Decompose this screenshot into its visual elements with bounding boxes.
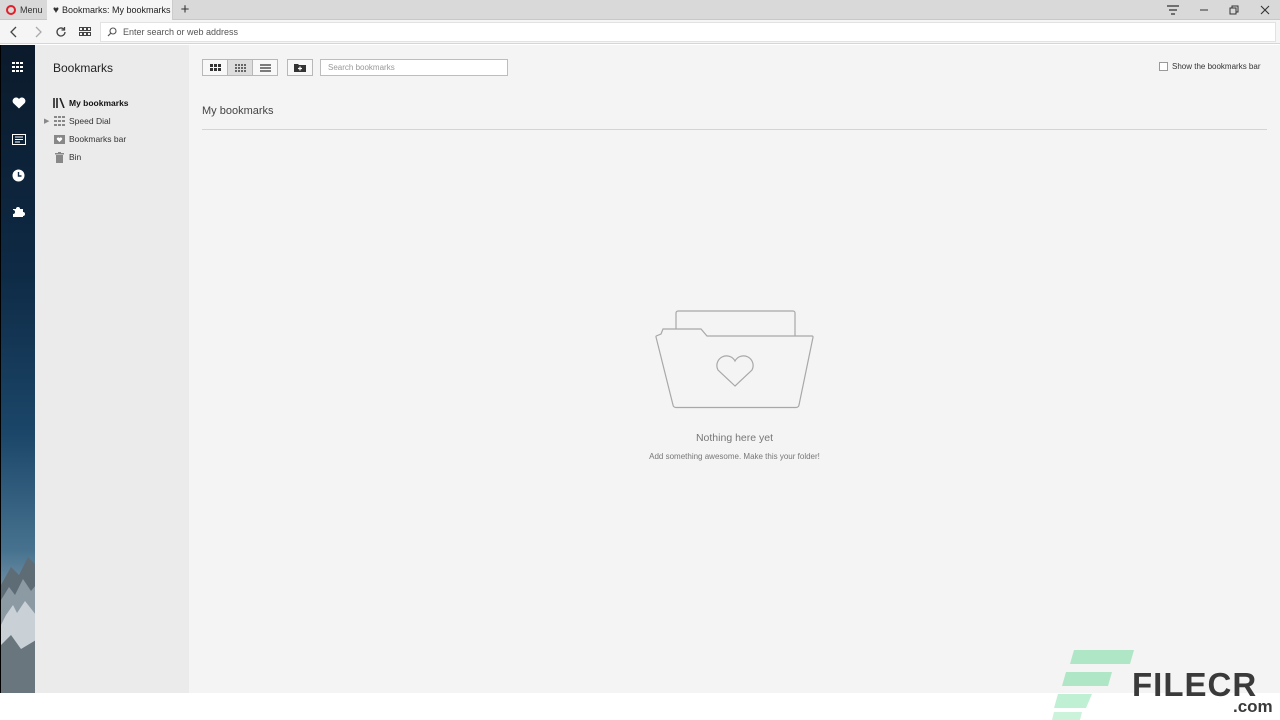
mountain-wallpaper (1, 557, 36, 693)
tree-item-label: Speed Dial (69, 116, 111, 126)
opera-logo-icon (6, 5, 16, 15)
filecr-logo-icon (1052, 650, 1134, 720)
back-arrow-icon (10, 26, 17, 38)
expand-arrow-icon[interactable]: ▶ (44, 117, 49, 125)
list-icon (259, 63, 271, 72)
menu-label: Menu (20, 5, 43, 15)
restore-icon (1229, 5, 1239, 15)
new-tab-button[interactable]: + (178, 1, 192, 19)
empty-folder-heart-icon (655, 310, 814, 409)
minimize-button[interactable] (1189, 0, 1219, 20)
show-bookmarks-bar-toggle[interactable]: Show the bookmarks bar (1159, 62, 1261, 71)
view-large-tiles-button[interactable] (202, 59, 228, 76)
opera-menu-button[interactable]: Menu (0, 0, 46, 20)
tab-strip: Menu ♥ Bookmarks: My bookmarks + (0, 0, 1280, 20)
tree-item-bin[interactable]: Bin (53, 150, 81, 164)
sidebar-bookmarks[interactable] (1, 91, 36, 115)
back-button[interactable] (4, 22, 24, 42)
forward-button[interactable] (28, 22, 48, 42)
empty-state-subtitle: Add something awesome. Make this your fo… (649, 452, 820, 461)
tree-item-label: Bin (69, 152, 82, 162)
history-clock-icon (12, 169, 25, 181)
filecr-watermark: FILECR .com (1052, 650, 1280, 720)
forward-arrow-icon (35, 26, 42, 38)
address-bar (0, 20, 1280, 44)
new-folder-button[interactable] (287, 59, 313, 76)
tab-bookmarks[interactable]: ♥ Bookmarks: My bookmarks (47, 0, 173, 20)
tree-item-speed-dial[interactable]: Speed Dial (53, 114, 111, 128)
tree-item-label: Bookmarks bar (69, 134, 127, 144)
url-field[interactable] (100, 22, 1276, 42)
speed-dial-grid-icon (53, 115, 65, 127)
sidebar-extensions[interactable] (1, 199, 36, 223)
tab-menu-icon (1167, 5, 1179, 15)
tree-item-my-bookmarks[interactable]: My bookmarks (53, 96, 129, 110)
small-grid-icon (234, 63, 246, 72)
large-grid-icon (209, 64, 221, 71)
search-icon (107, 27, 117, 37)
speed-dial-grid-icon (79, 27, 91, 36)
new-folder-icon (294, 64, 306, 72)
bookmarks-heart-icon (12, 97, 25, 109)
close-icon (1260, 5, 1270, 15)
empty-state-title: Nothing here yet (695, 432, 774, 444)
tab-menu-button[interactable] (1158, 0, 1188, 20)
bookmarks-bar-icon (53, 133, 65, 145)
speed-dial-button[interactable] (75, 22, 95, 42)
sidebar-news[interactable] (1, 127, 36, 151)
minimize-icon (1200, 9, 1208, 11)
close-window-button[interactable] (1250, 0, 1280, 20)
tree-item-label: My bookmarks (69, 98, 129, 108)
tree-item-bookmarks-bar[interactable]: Bookmarks bar (53, 132, 126, 146)
show-bar-checkbox[interactable] (1159, 62, 1168, 71)
panel-title: Bookmarks (53, 61, 114, 75)
bookmarks-panel: Bookmarks My bookmarks ▶ Speed Dial Book… (35, 45, 189, 693)
sidebar (0, 45, 36, 693)
show-bar-label: Show the bookmarks bar (1172, 62, 1261, 71)
library-icon (53, 97, 65, 109)
extensions-puzzle-icon (13, 206, 25, 217)
news-icon (11, 133, 26, 145)
search-bookmarks-input[interactable] (320, 59, 508, 76)
view-list-button[interactable] (252, 59, 278, 76)
view-small-tiles-button[interactable] (227, 59, 253, 76)
tab-title: Bookmarks: My bookmarks (61, 5, 171, 15)
folder-heading: My bookmarks (202, 105, 274, 117)
speed-dial-icon (11, 62, 23, 72)
sidebar-speed-dial[interactable] (1, 55, 36, 79)
address-input[interactable] (123, 23, 1263, 41)
watermark-domain: .com (1233, 697, 1273, 716)
reload-button[interactable] (51, 22, 71, 42)
restore-button[interactable] (1219, 0, 1249, 20)
bookmarks-main: Show the bookmarks bar My bookmarks Noth… (189, 45, 1280, 693)
sidebar-history[interactable] (1, 163, 36, 187)
heart-icon: ♥ (53, 4, 59, 16)
reload-icon (56, 27, 66, 37)
trash-icon (53, 151, 65, 163)
heading-divider (202, 129, 1267, 130)
